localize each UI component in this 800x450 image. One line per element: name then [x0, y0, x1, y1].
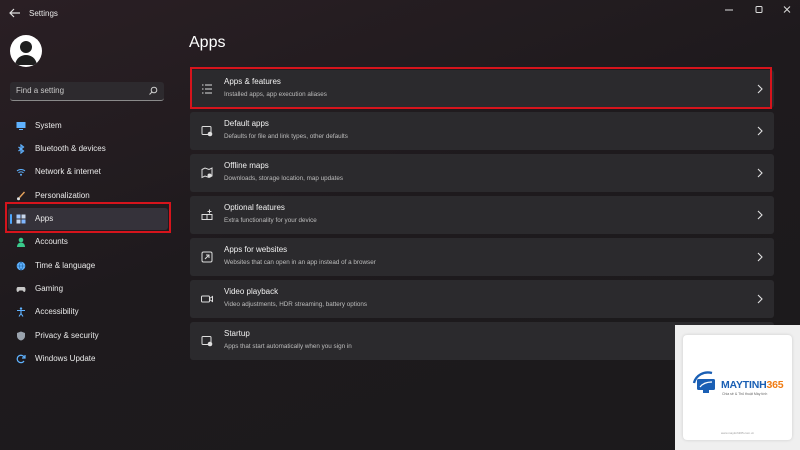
watermark-url: www.maytinh365.com.vn — [721, 431, 755, 435]
back-arrow-icon[interactable] — [8, 6, 22, 20]
sidebar-item-bluetooth[interactable]: Bluetooth & devices — [8, 138, 168, 160]
chevron-right-icon — [757, 210, 763, 220]
grid-plus-icon — [201, 209, 213, 220]
sidebar-item-label: Privacy & security — [35, 331, 99, 340]
card-offline-maps[interactable]: Offline maps Downloads, storage location… — [190, 154, 774, 192]
window-title: Settings — [29, 9, 58, 18]
sidebar-item-label: Network & internet — [35, 167, 101, 176]
watermark-panel: MAYTINH365 Chia sẻ & Thủ thuật Máy tính … — [675, 325, 800, 450]
sidebar-item-label: Accounts — [35, 237, 68, 246]
sidebar-item-accounts[interactable]: Accounts — [8, 231, 168, 253]
sidebar-item-network[interactable]: Network & internet — [8, 161, 168, 183]
map-icon — [201, 167, 213, 179]
monitor-icon — [16, 122, 26, 130]
highlight-box-apps-nav — [5, 202, 171, 233]
maximize-icon[interactable] — [752, 4, 766, 16]
accessibility-icon — [17, 307, 25, 317]
wifi-icon — [16, 169, 26, 176]
chevron-right-icon — [757, 126, 763, 136]
sidebar-item-label: Bluetooth & devices — [35, 144, 106, 153]
sidebar-item-label: Time & language — [35, 261, 96, 270]
monitor-logo-icon — [692, 371, 715, 393]
sidebar-item-label: Personalization — [35, 191, 90, 200]
card-title: Default apps — [224, 119, 269, 128]
user-icon — [15, 41, 37, 65]
bluetooth-icon — [18, 144, 25, 154]
card-subtitle: Downloads, storage location, map updates — [224, 175, 344, 182]
default-apps-icon — [201, 126, 213, 137]
person-icon — [17, 237, 25, 247]
gamepad-icon — [16, 287, 26, 292]
sidebar-item-gaming[interactable]: Gaming — [8, 278, 168, 300]
page-title: Apps — [189, 34, 226, 51]
sidebar-item-label: System — [35, 121, 62, 130]
sidebar-item-privacy-security[interactable]: Privacy & security — [8, 325, 168, 347]
card-optional-features[interactable]: Optional features Extra functionality fo… — [190, 196, 774, 234]
card-default-apps[interactable]: Default apps Defaults for file and link … — [190, 112, 774, 150]
card-subtitle: Extra functionality for your device — [224, 217, 317, 224]
sidebar-item-time-language[interactable]: Time & language — [8, 255, 168, 277]
watermark-tagline: Chia sẻ & Thủ thuật Máy tính — [722, 392, 768, 396]
card-title: Video playback — [224, 287, 279, 296]
startup-icon — [201, 336, 213, 347]
card-subtitle: Video adjustments, HDR streaming, batter… — [224, 301, 368, 308]
card-title: Optional features — [224, 203, 285, 212]
avatar[interactable] — [10, 35, 42, 67]
card-title: Startup — [224, 329, 250, 338]
chevron-right-icon — [757, 168, 763, 178]
sidebar-item-label: Windows Update — [35, 354, 96, 363]
brand-main: MAYTINH — [721, 379, 767, 391]
search-placeholder: Find a setting — [16, 86, 65, 95]
card-subtitle: Websites that can open in an app instead… — [224, 259, 376, 266]
chevron-right-icon — [757, 294, 763, 304]
video-icon — [201, 295, 213, 303]
card-title: Offline maps — [224, 161, 269, 170]
watermark-card: MAYTINH365 Chia sẻ & Thủ thuật Máy tính … — [683, 335, 792, 440]
open-link-icon — [201, 251, 213, 263]
close-icon[interactable] — [780, 4, 794, 16]
globe-icon — [16, 261, 26, 271]
title-bar: Settings — [0, 0, 800, 28]
sidebar-item-label: Accessibility — [35, 307, 79, 316]
update-icon — [16, 354, 26, 364]
sidebar-item-label: Gaming — [35, 284, 64, 293]
card-apps-for-websites[interactable]: Apps for websites Websites that can open… — [190, 238, 774, 276]
brand-number: 365 — [766, 379, 784, 391]
card-subtitle: Defaults for file and link types, other … — [224, 133, 348, 140]
highlight-box-apps-features — [190, 67, 772, 109]
sidebar-item-accessibility[interactable]: Accessibility — [8, 301, 168, 323]
chevron-right-icon — [757, 252, 763, 262]
card-video-playback[interactable]: Video playback Video adjustments, HDR st… — [190, 280, 774, 318]
search-input[interactable]: Find a setting — [10, 82, 164, 101]
sidebar-item-system[interactable]: System — [8, 115, 168, 137]
brush-icon — [17, 191, 26, 201]
minimize-icon[interactable] — [722, 4, 736, 16]
search-icon[interactable] — [148, 86, 158, 96]
shield-icon — [17, 331, 25, 341]
card-subtitle: Apps that start automatically when you s… — [224, 343, 352, 350]
card-title: Apps for websites — [224, 245, 288, 254]
watermark-brand: MAYTINH365 — [721, 379, 784, 391]
sidebar-item-windows-update[interactable]: Windows Update — [8, 348, 168, 370]
